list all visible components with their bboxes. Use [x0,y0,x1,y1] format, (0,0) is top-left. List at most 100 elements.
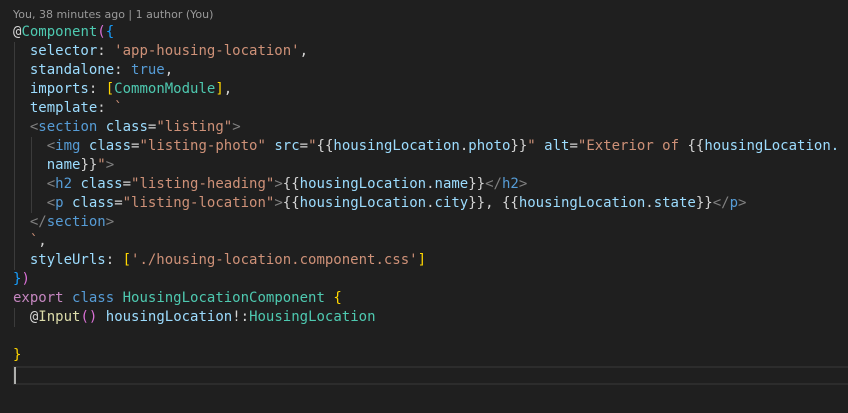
code-token: = [122,176,132,192]
code-token: ] [417,252,427,268]
code-token: housingLocation [105,309,233,325]
code-line-14[interactable]: }) [13,270,839,289]
code-line-2[interactable]: selector: 'app-housing-location', [13,42,839,61]
indent-guide [30,156,32,175]
code-token: {{ [282,195,300,211]
code-token: src [274,138,300,154]
code-line-15[interactable]: export class HousingLocationComponent { [13,289,839,308]
indent-guide [14,213,15,232]
indent-guide [14,42,15,61]
indent-guide [14,308,15,327]
code-token: , [299,43,309,59]
git-blame-codelens[interactable]: You, 38 minutes ago | 1 author (You) [13,7,213,23]
code-token: </ [485,176,502,192]
code-editor[interactable]: You, 38 minutes ago | 1 author (You) @Co… [0,0,848,413]
code-token: [ [105,81,115,97]
code-token: Input [38,309,81,325]
code-line-12[interactable]: `, [13,232,839,251]
code-token: = [299,138,309,154]
code-token: class [72,195,115,211]
code-token: housingLocation [299,195,427,211]
code-token: ) [21,271,30,287]
code-token: housingLocation. [704,138,840,154]
code-token: name [46,157,81,173]
code-token: < [46,138,56,154]
code-token: housingLocation [299,176,427,192]
code-token: housingLocation [518,195,646,211]
code-line-5[interactable]: template: ` [13,99,839,118]
code-token: ( [97,24,106,40]
code-token: !: [232,309,250,325]
code-line-10[interactable]: <p class="listing-location">{{housingLoc… [13,194,839,213]
code-token: "listing-heading" [131,176,275,192]
code-line-13[interactable]: styleUrls: ['./housing-location.componen… [13,251,839,270]
code-token: }} [510,138,528,154]
code-token: , [164,62,174,78]
code-line-17[interactable] [13,327,839,346]
code-line-1[interactable]: @Component({ [13,23,839,42]
code-token: : [105,252,123,268]
code-line-6[interactable]: <section class="listing"> [13,118,839,137]
code-token: imports [29,81,89,97]
code-token: }} [695,195,713,211]
code-token: : [97,43,115,59]
code-token: , [38,233,47,249]
code-token: true [131,62,165,78]
code-line-3[interactable]: standalone: true, [13,61,839,80]
code-token: styleUrls [29,252,106,268]
code-token: Component [21,24,98,40]
code-token: " [527,138,536,154]
code-token: > [232,119,241,135]
indent-guide [14,232,15,251]
code-token: }} [468,176,486,192]
code-token: 'app-housing-location' [114,43,300,59]
code-token: city [434,195,469,211]
code-line-18[interactable]: } [13,346,839,365]
current-line-highlight [13,366,848,385]
code-token: {{ [316,138,334,154]
code-line-9[interactable]: <h2 class="listing-heading">{{housingLoc… [13,175,839,194]
indent-guide [14,175,15,194]
indent-guide [14,194,15,213]
text-cursor [14,367,16,384]
code-token: {{ [282,176,300,192]
code-token: ] [215,81,224,97]
code-token: : [97,100,115,116]
code-area[interactable]: @Component({ selector: 'app-housing-loca… [13,23,839,365]
indent-guide [30,175,32,194]
code-token: > [274,195,283,211]
code-token: './housing-location.component.css' [131,252,418,268]
code-token: = [569,138,578,154]
code-token: p [55,195,64,211]
code-line-7[interactable]: <img class="listing-photo" src="{{housin… [13,137,839,156]
code-line-11[interactable]: </section> [13,213,839,232]
code-token: = [114,195,123,211]
code-token: < [46,176,56,192]
indent-guide [14,99,15,118]
code-token: [ [122,252,132,268]
code-token: } [13,347,22,363]
code-line-4[interactable]: imports: [CommonModule], [13,80,839,99]
code-token: class [88,138,132,154]
code-line-16[interactable]: @Input() housingLocation!:HousingLocatio… [13,308,839,327]
indent-guide [14,80,15,99]
code-token: photo [468,138,511,154]
code-token: export [13,290,64,306]
code-token: "listing-photo" [139,138,266,154]
indent-guide [30,137,32,156]
code-line-8[interactable]: name}}"> [13,156,839,175]
code-token: "listing" [156,119,233,135]
code-token: class [105,119,148,135]
code-token: > [518,176,528,192]
code-token: > [105,214,115,230]
